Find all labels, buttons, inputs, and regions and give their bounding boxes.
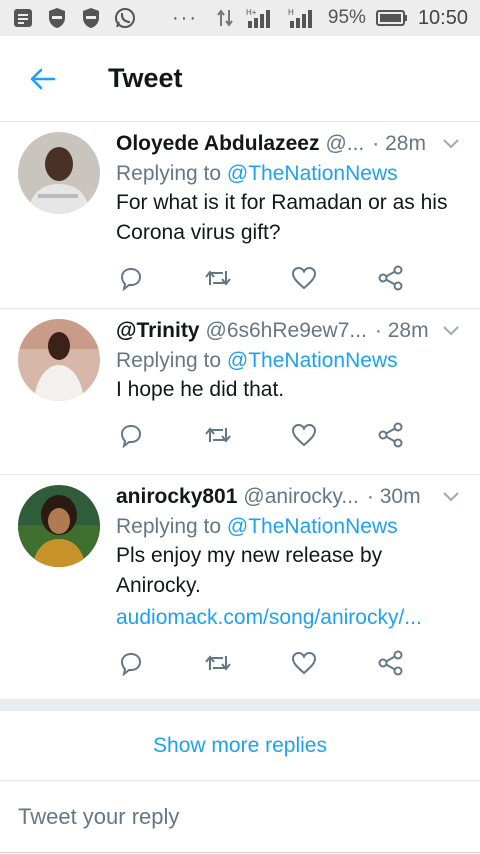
share-icon[interactable] [376,263,406,293]
author-name[interactable]: @Trinity [116,319,200,343]
battery-percentage: 95% [327,7,366,28]
system-icons: H+ H 95% 10:50 [214,7,468,30]
reply-tweet[interactable]: Oloyede Abdulazeez @... · 28m Replying t… [0,122,480,309]
page-title: Tweet [108,63,183,93]
clock: 10:50 [417,6,468,29]
svg-text:H+: H+ [246,8,257,17]
signal-strength-icon: H [288,7,318,29]
reply-input[interactable]: Tweet your reply [0,781,480,853]
tweet-text: Pls enjoy my new release by Anirocky. [116,544,383,597]
tweet-text: I hope he did that. [116,378,285,401]
timestamp: · 30m [366,485,421,508]
status-bar: ··· H+ H 95% 10:50 [0,0,480,36]
mention-link[interactable]: @TheNationNews [227,349,398,372]
replying-to-label: Replying to [116,349,227,372]
tweet-actions [116,405,406,465]
heart-icon[interactable] [289,263,319,293]
reply-icon[interactable] [116,263,146,293]
data-transfer-icon [214,7,236,29]
heart-icon[interactable] [289,648,319,678]
mention-link[interactable]: @TheNationNews [227,515,398,538]
shield-icon [80,7,102,29]
reply-tweet[interactable]: @Trinity @6s6hRe9ew7... · 28m Replying t… [0,309,480,475]
share-icon[interactable] [376,648,406,678]
notification-icons: ··· [12,7,198,30]
tweet-actions [116,248,406,308]
tweet-link[interactable]: audiomack.com/song/anirocky/... [116,603,462,633]
battery-icon [375,7,408,29]
retweet-icon[interactable] [203,420,233,450]
replying-to: Replying to @TheNationNews [116,515,462,539]
avatar[interactable] [18,485,100,567]
reply-tweet[interactable]: anirocky801 @anirocky... · 30m Replying … [0,475,480,699]
replying-to-label: Replying to [116,515,227,538]
show-more-replies-button[interactable]: Show more replies [0,711,480,781]
timestamp: · 28m [374,319,429,342]
whatsapp-icon [114,7,136,29]
heart-icon[interactable] [289,420,319,450]
author-handle[interactable]: @6s6hRe9ew7... [206,319,367,343]
author-name[interactable]: Oloyede Abdulazeez [116,132,319,156]
reply-icon[interactable] [116,648,146,678]
share-icon[interactable] [376,420,406,450]
svg-text:H: H [288,8,294,17]
chevron-down-icon[interactable] [440,138,462,150]
retweet-icon[interactable] [203,263,233,293]
tweet-text: For what is it for Ramadan or as his Cor… [116,191,448,244]
author-handle[interactable]: @... [325,132,364,156]
replying-to-label: Replying to [116,162,227,185]
chevron-down-icon[interactable] [440,325,462,337]
tweet-actions [116,633,406,693]
avatar[interactable] [18,319,100,401]
author-handle[interactable]: @anirocky... [243,485,358,509]
shield-icon [46,7,68,29]
more-notifications-icon: ··· [172,6,198,29]
mention-link[interactable]: @TheNationNews [227,162,398,185]
back-arrow-icon[interactable] [28,64,58,94]
reply-icon[interactable] [116,420,146,450]
app-header: Tweet [0,36,480,122]
author-name[interactable]: anirocky801 [116,485,237,509]
replying-to: Replying to @TheNationNews [116,349,462,373]
chevron-down-icon[interactable] [440,491,462,503]
retweet-icon[interactable] [203,648,233,678]
timestamp: · 28m [372,132,426,155]
section-divider [0,699,480,711]
avatar[interactable] [18,132,100,214]
signal-strength-icon: H+ [246,7,278,29]
replying-to: Replying to @TheNationNews [116,162,462,186]
replies-list: Oloyede Abdulazeez @... · 28m Replying t… [0,122,480,853]
message-icon [12,7,34,29]
